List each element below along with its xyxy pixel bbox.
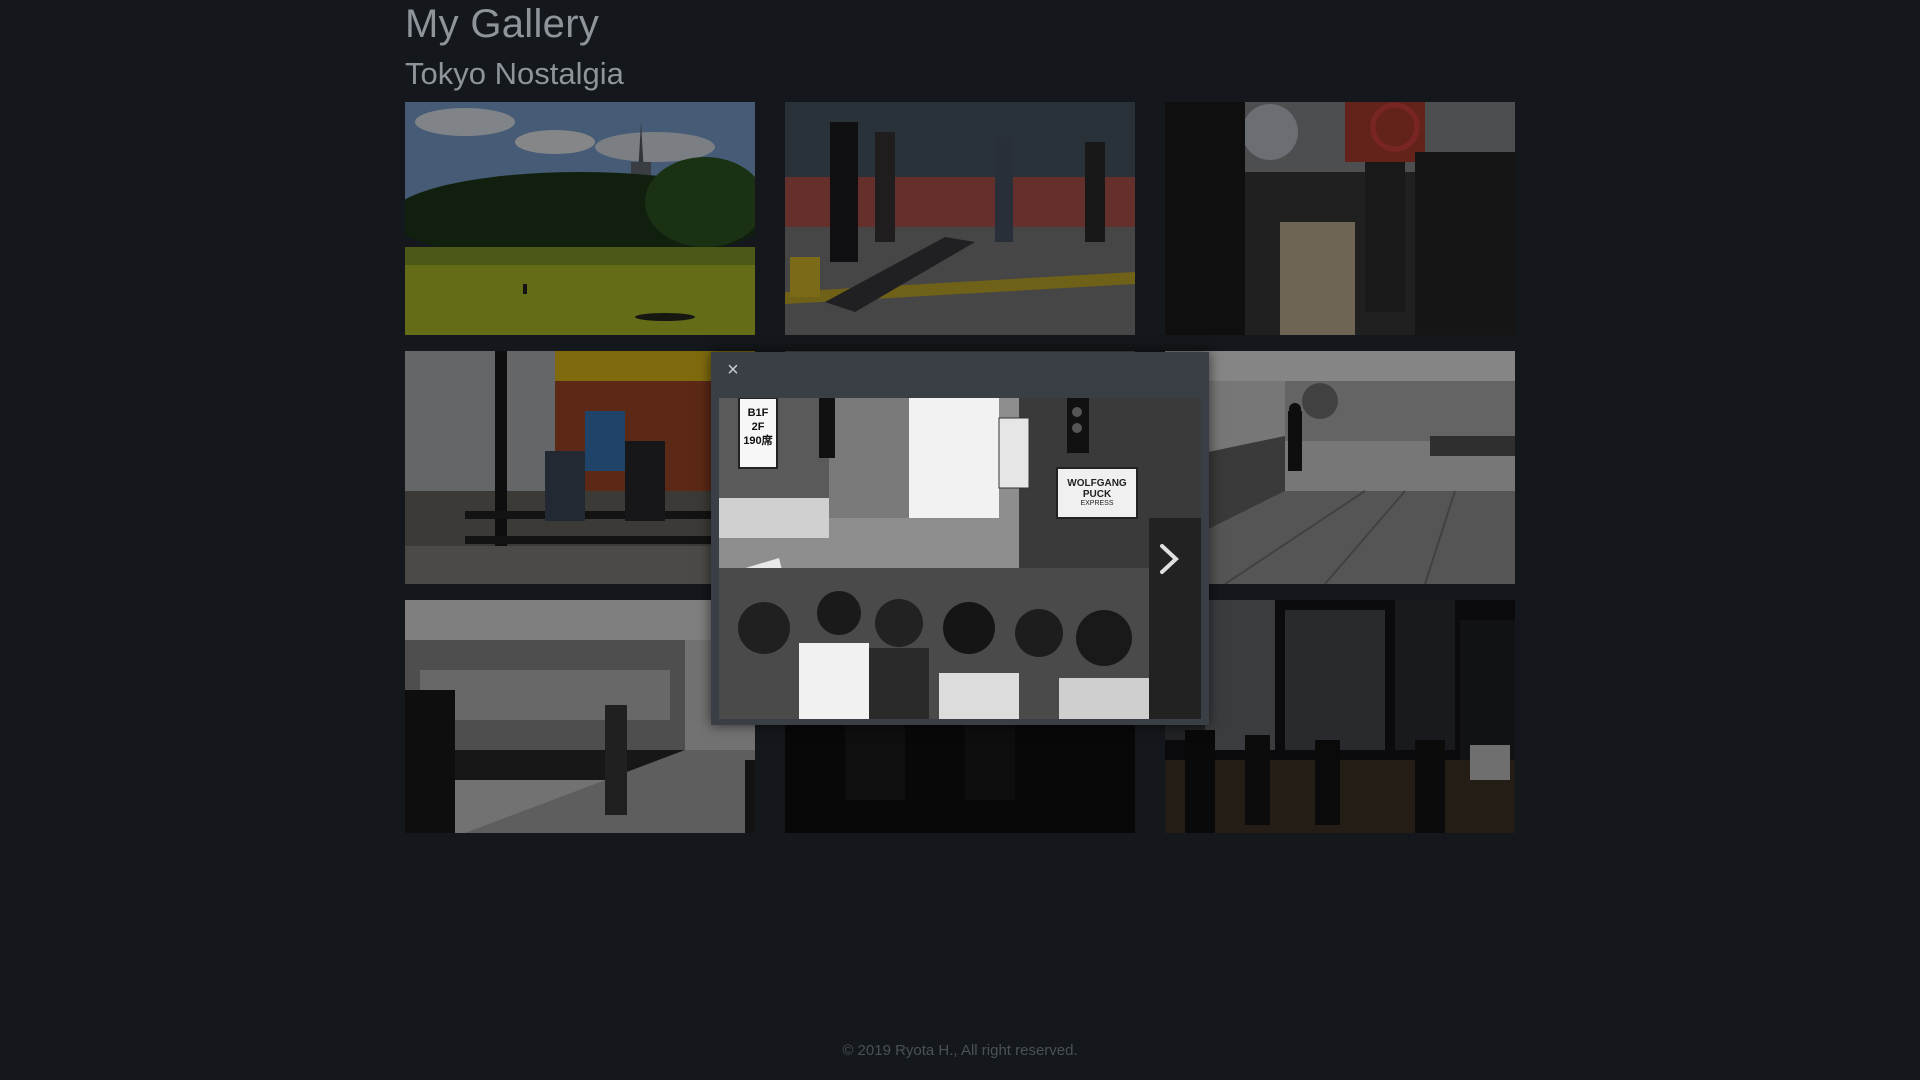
photo-thumbnail-park[interactable] (405, 102, 755, 335)
floor-sign-line: 2F (751, 421, 765, 433)
photo-thumbnail-train-platform[interactable] (405, 600, 755, 833)
store-sign: WOLFGANG PUCK EXPRESS (1057, 478, 1137, 507)
store-sign-sub: EXPRESS (1080, 500, 1114, 507)
lightbox-modal: × B1F 2F 190席 WOLFGANG PUCK EXPRESS (711, 352, 1209, 725)
album-title: Tokyo Nostalgia (405, 56, 624, 91)
lightbox-photo: B1F 2F 190席 WOLFGANG PUCK EXPRESS (719, 398, 1201, 719)
store-sign-name: WOLFGANG PUCK (1067, 478, 1127, 500)
photo-thumbnail-city-night[interactable] (1165, 600, 1515, 833)
gallery-page: My Gallery Tokyo Nostalgia × B1F 2F 190席… (0, 0, 1920, 1080)
footer-copyright: © 2019 Ryota H., All right reserved. (842, 1042, 1078, 1059)
photo-thumbnail-storefront[interactable] (405, 351, 755, 584)
floor-sign-line: 190席 (743, 435, 773, 447)
photo-thumbnail-crowd[interactable] (1165, 102, 1515, 335)
site-title[interactable]: My Gallery (405, 2, 599, 47)
next-arrow-icon[interactable] (1156, 542, 1182, 576)
floor-sign: B1F 2F 190席 (739, 406, 777, 448)
photo-thumbnail-commuters[interactable] (785, 102, 1135, 335)
close-icon[interactable]: × (723, 360, 743, 380)
floor-sign-line: B1F (747, 407, 769, 419)
photo-thumbnail-bridge[interactable] (1165, 351, 1515, 584)
